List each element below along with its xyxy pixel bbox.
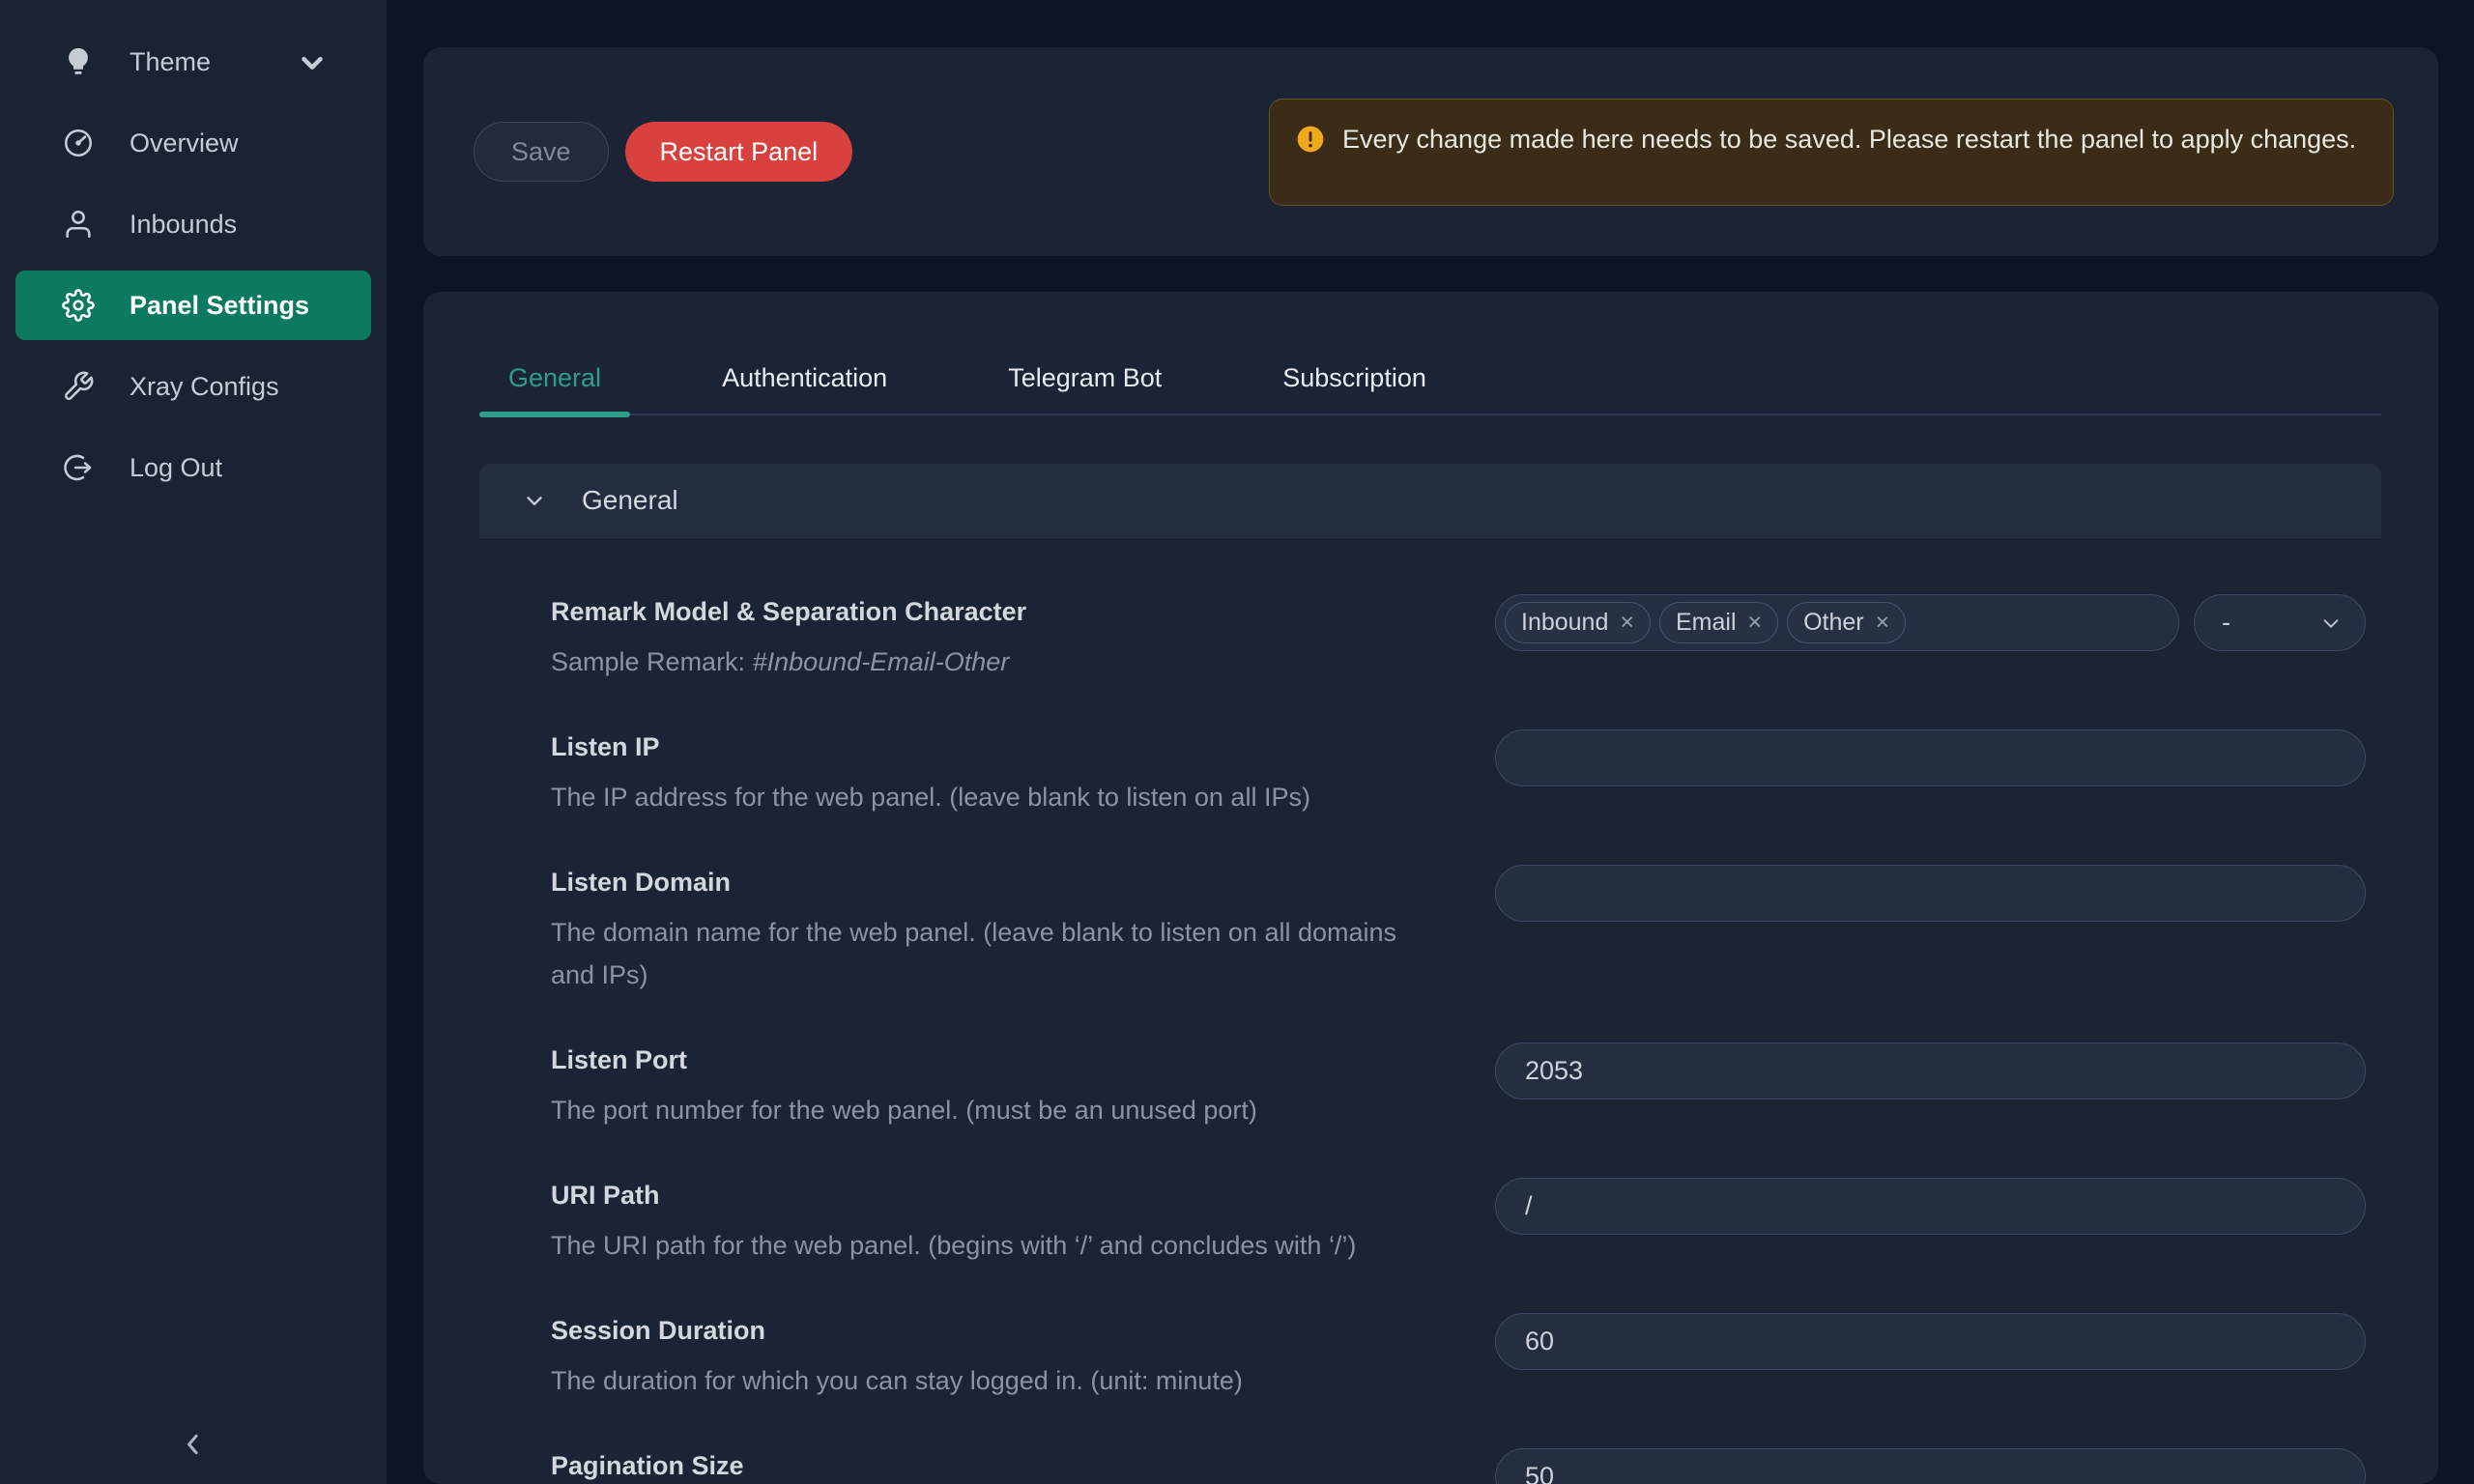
chevron-down-icon (2320, 613, 2342, 634)
uri-path-input[interactable] (1495, 1178, 2366, 1235)
field-label: Listen Port (551, 1042, 1456, 1077)
sidebar: Theme Overview Inbounds Panel Settings X… (0, 0, 387, 1484)
session-duration-input[interactable] (1495, 1313, 2366, 1370)
warning-icon (1295, 124, 1326, 155)
field-description: The IP address for the web panel. (leave… (551, 776, 1401, 818)
field-description: The port number for the web panel. (must… (551, 1089, 1401, 1131)
field-row-pagination-size: Pagination Size (551, 1448, 2366, 1484)
remark-model-tags-input[interactable]: Inbound × Email × Other × (1495, 594, 2179, 651)
field-row-listen-domain: Listen Domain The domain name for the we… (551, 865, 2366, 996)
remove-tag-icon[interactable]: × (1748, 611, 1763, 635)
tag-chip: Inbound × (1505, 602, 1651, 643)
listen-port-input[interactable] (1495, 1042, 2366, 1099)
field-label: Session Duration (551, 1313, 1456, 1348)
sidebar-item-label: Panel Settings (129, 291, 309, 321)
field-label: URI Path (551, 1178, 1456, 1213)
main-content: Save Restart Panel Every change made her… (387, 0, 2474, 1484)
field-label: Remark Model & Separation Character (551, 594, 1456, 629)
select-value: - (2222, 608, 2230, 638)
remove-tag-icon[interactable]: × (1620, 611, 1634, 635)
field-description: Sample Remark: #Inbound-Email-Other (551, 641, 1401, 683)
chevron-left-icon (179, 1430, 208, 1459)
sidebar-item-label: Overview (129, 128, 239, 158)
theme-label: Theme (129, 47, 211, 77)
general-section-header[interactable]: General (479, 464, 2381, 538)
sidebar-item-inbounds[interactable]: Inbounds (15, 189, 371, 259)
listen-domain-input[interactable] (1495, 865, 2366, 922)
chevron-down-icon (296, 45, 329, 78)
logout-icon (62, 451, 95, 484)
listen-ip-input[interactable] (1495, 729, 2366, 786)
field-row-session-duration: Session Duration The duration for which … (551, 1313, 2366, 1402)
tab-subscription[interactable]: Subscription (1253, 342, 1455, 414)
user-icon (62, 208, 95, 241)
gear-icon (62, 289, 95, 322)
alert-text: Every change made here needs to be saved… (1342, 119, 2356, 160)
field-description: The domain name for the web panel. (leav… (551, 911, 1401, 996)
section-title: General (582, 485, 678, 516)
field-row-listen-ip: Listen IP The IP address for the web pan… (551, 729, 2366, 818)
tab-authentication[interactable]: Authentication (693, 342, 916, 414)
field-label: Listen Domain (551, 865, 1456, 899)
sidebar-item-label: Inbounds (129, 210, 237, 240)
pagination-size-input[interactable] (1495, 1448, 2366, 1484)
field-description: The URI path for the web panel. (begins … (551, 1224, 1401, 1267)
sample-remark: #Inbound-Email-Other (753, 647, 1010, 676)
lightbulb-icon (62, 45, 95, 78)
tag-chip: Other × (1787, 602, 1906, 643)
separator-character-select[interactable]: - (2194, 594, 2366, 651)
sidebar-item-label: Log Out (129, 453, 222, 483)
sidebar-item-xray-configs[interactable]: Xray Configs (15, 352, 371, 421)
sidebar-item-overview[interactable]: Overview (15, 108, 371, 178)
field-row-listen-port: Listen Port The port number for the web … (551, 1042, 2366, 1131)
field-label: Listen IP (551, 729, 1456, 764)
general-form: Remark Model & Separation Character Samp… (479, 538, 2381, 1484)
settings-tabs: General Authentication Telegram Bot Subs… (479, 342, 2381, 415)
sidebar-item-log-out[interactable]: Log Out (15, 433, 371, 502)
field-label: Pagination Size (551, 1448, 1456, 1483)
panel-settings-card: General Authentication Telegram Bot Subs… (423, 292, 2438, 1484)
field-row-remark-model: Remark Model & Separation Character Samp… (551, 594, 2366, 683)
gauge-icon (62, 127, 95, 159)
save-button[interactable]: Save (474, 122, 609, 182)
restart-panel-button[interactable]: Restart Panel (625, 122, 853, 182)
tab-telegram-bot[interactable]: Telegram Bot (979, 342, 1191, 414)
sidebar-item-label: Xray Configs (129, 372, 279, 402)
chevron-down-icon (522, 488, 547, 513)
sidebar-collapse-button[interactable] (0, 1430, 387, 1459)
tag-label: Inbound (1521, 609, 1608, 637)
restart-warning-alert: Every change made here needs to be saved… (1269, 99, 2394, 206)
tag-label: Other (1803, 609, 1864, 637)
field-description: The duration for which you can stay logg… (551, 1359, 1401, 1402)
wrench-icon (62, 370, 95, 403)
remove-tag-icon[interactable]: × (1876, 611, 1890, 635)
tag-label: Email (1676, 609, 1737, 637)
theme-selector[interactable]: Theme (15, 27, 371, 97)
tab-general[interactable]: General (479, 342, 630, 414)
tag-chip: Email × (1659, 602, 1778, 643)
field-row-uri-path: URI Path The URI path for the web panel.… (551, 1178, 2366, 1267)
toolbar-card: Save Restart Panel Every change made her… (423, 47, 2438, 256)
sidebar-item-panel-settings[interactable]: Panel Settings (15, 271, 371, 340)
